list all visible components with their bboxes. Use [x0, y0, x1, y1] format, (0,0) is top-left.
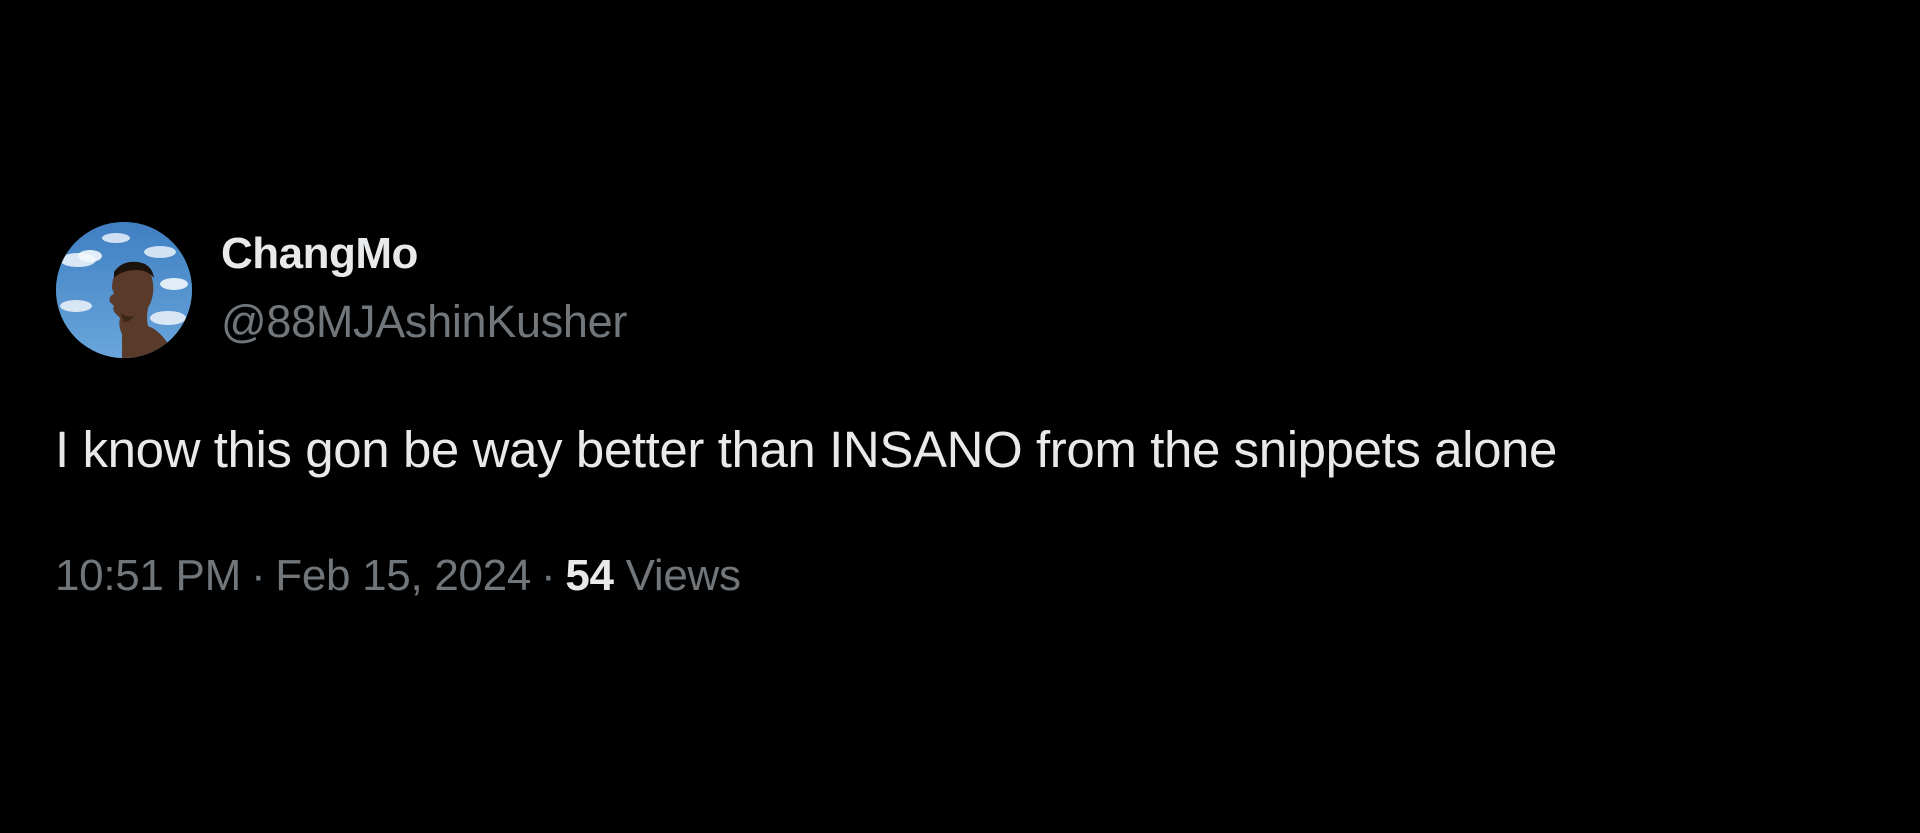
avatar-image — [56, 222, 192, 358]
views-count[interactable]: 54 — [565, 551, 614, 600]
tweet-meta: 10:51 PM · Feb 15, 2024 · 54 Views — [55, 548, 741, 604]
tweet-card: ChangMo @88MJAshinKusher I know this gon… — [0, 0, 1920, 833]
avatar[interactable] — [56, 222, 192, 358]
views-label[interactable]: Views — [626, 551, 741, 600]
author-display-name[interactable]: ChangMo — [221, 226, 418, 282]
tweet-date[interactable]: Feb 15, 2024 — [275, 551, 531, 600]
author-handle[interactable]: @88MJAshinKusher — [221, 294, 627, 350]
meta-separator: · — [250, 551, 266, 600]
tweet-text: I know this gon be way better than INSAN… — [55, 421, 1557, 478]
tweet-time[interactable]: 10:51 PM — [55, 551, 241, 600]
meta-separator: · — [541, 551, 556, 600]
